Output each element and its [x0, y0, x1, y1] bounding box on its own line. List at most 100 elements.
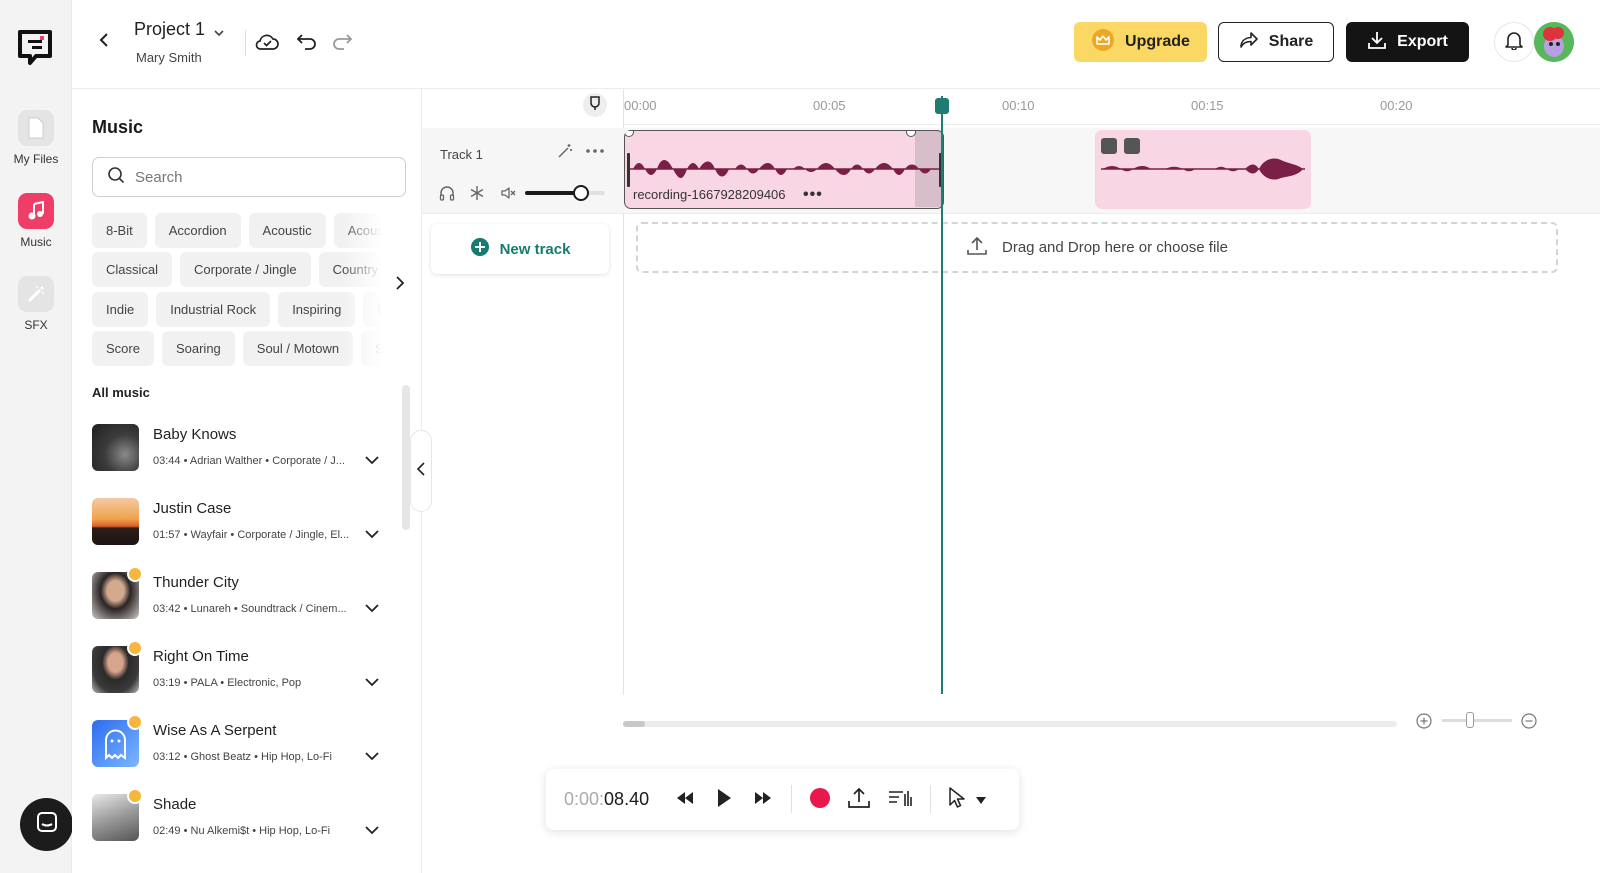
record-button[interactable] [806, 786, 834, 814]
text-to-speech-button[interactable] [887, 786, 915, 814]
genre-chip[interactable]: Soul / Motown [242, 331, 354, 366]
audio-clip[interactable] [1095, 130, 1311, 209]
volume-slider[interactable] [525, 185, 605, 201]
genre-chip[interactable]: Soaring [161, 331, 235, 366]
more-options-icon[interactable]: ••• [803, 186, 823, 204]
search-icon [107, 166, 125, 189]
zoom-out-icon[interactable] [1520, 712, 1538, 730]
chevron-down-icon[interactable] [364, 822, 380, 838]
new-track-button[interactable]: New track [431, 224, 609, 274]
genre-chip[interactable]: Classical [92, 252, 173, 287]
time-ruler[interactable]: 00:00 00:05 00:10 00:15 00:20 [624, 89, 1600, 125]
premium-crown-icon [127, 566, 143, 582]
premium-crown-icon [127, 788, 143, 804]
genre-chip[interactable]: Acoustic [333, 213, 392, 248]
snap-toggle[interactable] [583, 93, 607, 117]
freeze-icon[interactable] [468, 184, 486, 202]
genre-chip[interactable]: Acoustic [248, 213, 326, 248]
ruler-tick: 00:10 [1002, 98, 1035, 113]
cursor-icon [948, 786, 966, 814]
chevron-down-icon[interactable] [364, 674, 380, 690]
chevron-right-icon [395, 275, 405, 295]
file-dropzone[interactable]: Drag and Drop here or choose file [636, 222, 1558, 273]
undo-icon[interactable] [293, 28, 321, 56]
upgrade-label: Upgrade [1125, 33, 1190, 50]
music-panel: Music 8-Bit Accordion Acoustic Acoustic … [72, 89, 422, 873]
pointer-tool-button[interactable] [943, 786, 971, 814]
genre-chip[interactable]: Country [318, 252, 392, 287]
rewind-button[interactable] [671, 786, 699, 814]
track-name[interactable]: Track 1 [440, 147, 483, 162]
search-input[interactable] [135, 168, 395, 186]
rail-item-my-files[interactable]: My Files [0, 110, 72, 166]
list-item[interactable]: Justin Case 01:57 • Wayfair • Corporate … [92, 498, 392, 572]
list-item[interactable]: Shade 02:49 • Nu Alkemi$t • Hip Hop, Lo-… [92, 788, 392, 868]
upload-button[interactable] [845, 786, 873, 814]
chip-row: 8-Bit Accordion Acoustic Acoustic [92, 213, 392, 248]
magic-wand-icon[interactable] [556, 142, 574, 160]
chevron-down-icon[interactable] [364, 600, 380, 616]
app-root: My Files Music SFX Project 1 Mary Smith … [0, 0, 1600, 873]
song-list-scrollbar[interactable] [402, 385, 410, 530]
panel-title: Music [92, 117, 144, 137]
chat-button[interactable] [20, 798, 73, 851]
genre-chip[interactable]: Industrial Rock [156, 292, 271, 327]
chevron-down-icon[interactable] [364, 526, 380, 542]
premium-crown-icon [127, 640, 143, 656]
scrollbar-thumb[interactable] [623, 721, 645, 727]
song-meta: 03:42 • Lunareh • Soundtrack / Cinem... [153, 603, 347, 615]
list-item[interactable]: Baby Knows 03:44 • Adrian Walther • Corp… [92, 424, 392, 498]
redo-icon[interactable] [328, 28, 356, 56]
genre-chip[interactable]: Sou [361, 331, 392, 366]
rail-item-music[interactable]: Music [0, 193, 72, 249]
zoom-slider-knob[interactable] [1466, 712, 1474, 728]
divider [930, 785, 931, 813]
chat-icon [35, 810, 59, 839]
genre-chip[interactable]: Inspiring [278, 292, 356, 327]
audio-clip[interactable]: recording-1667928209406 ••• [624, 130, 944, 209]
share-button[interactable]: Share [1218, 22, 1334, 62]
timeline-scrollbar[interactable] [623, 721, 1397, 727]
list-item[interactable]: Right On Time 03:19 • PALA • Electronic,… [92, 640, 392, 720]
playhead[interactable] [935, 96, 949, 694]
zoom-slider[interactable] [1442, 719, 1512, 722]
chevron-down-icon[interactable] [210, 24, 228, 42]
project-title[interactable]: Project 1 [134, 19, 205, 40]
list-item[interactable]: Wise As A Serpent 03:12 • Ghost Beatz • … [92, 714, 392, 794]
genre-chip[interactable]: Accordion [154, 213, 241, 248]
chips-scroll-right-button[interactable] [390, 275, 410, 295]
export-button[interactable]: Export [1346, 22, 1469, 62]
chevron-down-icon[interactable] [364, 748, 380, 764]
collapse-panel-button[interactable] [410, 430, 432, 512]
fast-forward-button[interactable] [749, 786, 777, 814]
rail-item-sfx[interactable]: SFX [0, 276, 72, 332]
zoom-in-icon[interactable] [1415, 712, 1433, 730]
notifications-button[interactable] [1494, 22, 1534, 62]
music-note-icon [18, 193, 54, 229]
list-item[interactable]: Thunder City 03:42 • Lunareh • Soundtrac… [92, 566, 392, 646]
playhead-handle[interactable] [935, 98, 949, 114]
genre-chip[interactable]: Inte [363, 292, 392, 327]
app-logo[interactable] [16, 28, 54, 66]
back-button[interactable] [92, 30, 116, 54]
genre-chip[interactable]: Indie [92, 292, 149, 327]
share-label: Share [1268, 33, 1314, 50]
tool-dropdown[interactable] [971, 786, 991, 814]
mute-icon[interactable] [499, 184, 517, 202]
chevron-down-icon[interactable] [364, 452, 380, 468]
upgrade-button[interactable]: Upgrade [1074, 22, 1207, 62]
headphones-icon[interactable] [438, 184, 456, 202]
genre-chip[interactable]: Corporate / Jingle [180, 252, 311, 287]
ruler-tick: 00:20 [1380, 98, 1413, 113]
more-options-icon[interactable] [586, 142, 604, 160]
volume-knob[interactable] [573, 185, 589, 201]
genre-chip[interactable]: 8-Bit [92, 213, 147, 248]
avatar[interactable] [1534, 22, 1574, 62]
play-button[interactable] [710, 786, 738, 814]
share-icon [1239, 31, 1259, 54]
cloud-save-icon[interactable] [253, 28, 281, 56]
genre-chip[interactable]: Score [92, 331, 154, 366]
rail-label: Music [20, 235, 52, 249]
song-title: Right On Time [153, 648, 249, 665]
search-field[interactable] [92, 157, 406, 197]
